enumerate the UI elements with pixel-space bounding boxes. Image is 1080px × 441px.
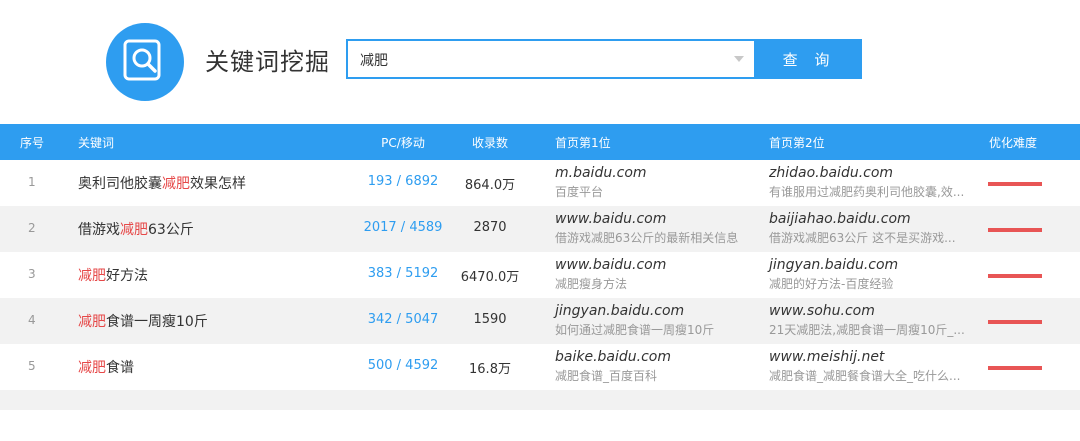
rank1-site: baike.baidu.com — [555, 349, 671, 365]
rank1-desc: 减肥食谱_百度百科 — [555, 369, 658, 383]
rank2-desc: 减肥食谱_减肥餐食谱大全_吃什么... — [769, 369, 961, 383]
keyword-suffix: 63公斤 — [148, 222, 194, 238]
indexed-count: 16.8万 — [469, 362, 511, 377]
indexed-count: 2870 — [473, 220, 507, 235]
rank1-site: www.baidu.com — [555, 211, 667, 227]
partial-site-1 — [555, 396, 559, 410]
keyword-suffix: 好方法 — [106, 268, 148, 284]
keyword-highlight: 减肥 — [78, 268, 106, 284]
row-index: 3 — [28, 267, 36, 281]
page-title: 关键词挖掘 — [205, 48, 330, 76]
keyword-highlight: 减肥 — [162, 176, 190, 192]
keyword-table: 序号 关键词 PC/移动 收录数 首页第1位 首页第2位 优化难度 1 奥利司他胶… — [0, 124, 1080, 410]
difficulty-bar — [988, 274, 1042, 278]
keyword-link[interactable]: 减肥食谱 — [78, 357, 134, 377]
chevron-down-icon[interactable] — [734, 56, 744, 62]
keyword-suffix: 效果怎样 — [190, 176, 246, 192]
rank1-result[interactable]: jingyan.baidu.com 如何通过减肥食谱一周瘦10斤 — [555, 303, 755, 338]
rank2-desc: 减肥的好方法-百度经验 — [769, 277, 894, 291]
rank2-site: jingyan.baidu.com — [769, 257, 899, 273]
header-difficulty: 优化难度 — [989, 136, 1038, 150]
row-index: 5 — [28, 359, 36, 373]
rank2-result[interactable]: www.sohu.com 21天减肥法,减肥食谱一周瘦10斤_... — [769, 303, 984, 338]
table-row[interactable]: 2 借游戏减肥63公斤 2017 / 4589 2870 www.baidu.com 借游… — [0, 206, 1080, 252]
keyword-link[interactable]: 减肥食谱一周瘦10斤 — [78, 311, 208, 331]
keyword-link[interactable]: 借游戏减肥63公斤 — [78, 219, 194, 239]
keyword-highlight: 减肥 — [120, 222, 148, 238]
header-indexed: 收录数 — [471, 136, 508, 150]
rank1-desc: 百度平台 — [555, 185, 604, 199]
rank1-desc: 减肥瘦身方法 — [555, 277, 628, 291]
magnifier-safe-icon — [123, 39, 161, 81]
row-index: 4 — [28, 313, 36, 327]
table-header: 序号 关键词 PC/移动 收录数 首页第1位 首页第2位 优化难度 — [0, 124, 1080, 160]
rank2-site: www.meishij.net — [769, 349, 885, 365]
header-keyword: 关键词 — [78, 136, 115, 150]
row-index: 2 — [28, 221, 36, 235]
table-row-partial — [0, 390, 1080, 410]
difficulty-bar — [988, 366, 1042, 370]
rank1-result[interactable]: baike.baidu.com 减肥食谱_百度百科 — [555, 349, 755, 384]
rank1-result[interactable]: www.baidu.com 借游戏减肥63公斤的最新相关信息 — [555, 211, 755, 246]
rank1-desc: 借游戏减肥63公斤的最新相关信息 — [555, 231, 739, 245]
rank1-result[interactable]: www.baidu.com 减肥瘦身方法 — [555, 257, 755, 292]
indexed-count: 1590 — [473, 312, 507, 327]
rank2-result[interactable]: jingyan.baidu.com 减肥的好方法-百度经验 — [769, 257, 984, 292]
row-index: 1 — [28, 175, 36, 189]
table-row[interactable]: 3 减肥好方法 383 / 5192 6470.0万 www.baidu.com 减肥瘦身… — [0, 252, 1080, 298]
rank2-site: zhidao.baidu.com — [769, 165, 894, 181]
keyword-prefix: 借游戏 — [78, 222, 120, 238]
rank1-site: jingyan.baidu.com — [555, 303, 685, 319]
header-page1-pos2: 首页第2位 — [769, 136, 825, 150]
rank2-desc: 借游戏减肥63公斤 这不是买游戏... — [769, 231, 956, 245]
app-logo — [106, 23, 184, 101]
search-button[interactable]: 查 询 — [756, 39, 862, 79]
keyword-highlight: 减肥 — [78, 360, 106, 376]
rank1-desc: 如何通过减肥食谱一周瘦10斤 — [555, 323, 715, 337]
difficulty-bar — [988, 228, 1042, 232]
keyword-link[interactable]: 减肥好方法 — [78, 265, 148, 285]
rank2-desc: 21天减肥法,减肥食谱一周瘦10斤_... — [769, 323, 965, 337]
rank2-site: www.sohu.com — [769, 303, 875, 319]
search-input[interactable] — [358, 41, 722, 79]
indexed-count: 864.0万 — [464, 178, 516, 193]
rank1-site: m.baidu.com — [555, 165, 647, 181]
keyword-suffix: 食谱一周瘦10斤 — [106, 314, 208, 330]
keyword-highlight: 减肥 — [78, 314, 106, 330]
difficulty-bar — [988, 182, 1042, 186]
rank1-result[interactable]: m.baidu.com 百度平台 — [555, 165, 755, 200]
header-page1-pos1: 首页第1位 — [555, 136, 611, 150]
difficulty-bar — [988, 320, 1042, 324]
rank2-desc: 有谁服用过减肥药奥利司他胶囊,效... — [769, 185, 965, 199]
rank2-site: baijiahao.baidu.com — [769, 211, 911, 227]
indexed-count: 6470.0万 — [460, 270, 520, 285]
rank2-result[interactable]: baijiahao.baidu.com 借游戏减肥63公斤 这不是买游戏... — [769, 211, 984, 246]
keyword-prefix: 奥利司他胶囊 — [78, 176, 162, 192]
table-row[interactable]: 1 奥利司他胶囊减肥效果怎样 193 / 6892 864.0万 m.baidu.com… — [0, 160, 1080, 206]
header-idx: 序号 — [20, 136, 45, 150]
rank1-site: www.baidu.com — [555, 257, 667, 273]
rank2-result[interactable]: www.meishij.net 减肥食谱_减肥餐食谱大全_吃什么... — [769, 349, 984, 384]
table-row[interactable]: 5 减肥食谱 500 / 4592 16.8万 baike.baidu.com 减肥食谱_… — [0, 344, 1080, 390]
table-row[interactable]: 4 减肥食谱一周瘦10斤 342 / 5047 1590 jingyan.baidu.c… — [0, 298, 1080, 344]
rank2-result[interactable]: zhidao.baidu.com 有谁服用过减肥药奥利司他胶囊,效... — [769, 165, 984, 200]
keyword-suffix: 食谱 — [106, 360, 134, 376]
keyword-link[interactable]: 奥利司他胶囊减肥效果怎样 — [78, 173, 246, 193]
search-box — [346, 39, 756, 79]
